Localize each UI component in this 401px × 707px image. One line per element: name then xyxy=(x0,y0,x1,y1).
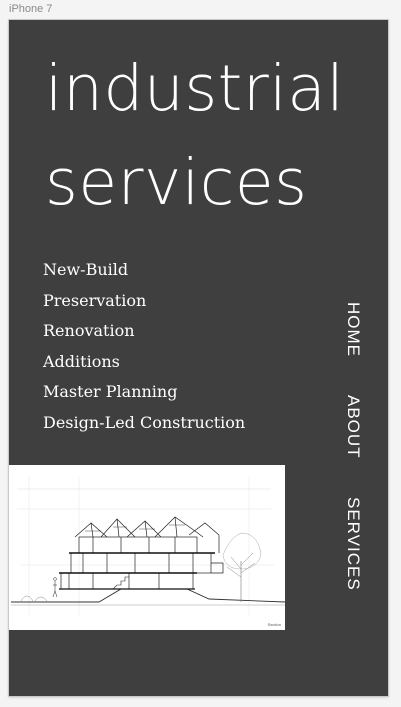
service-item-preservation: Preservation xyxy=(43,290,147,310)
services-list: New-Build Preservation Renovation Additi… xyxy=(43,255,245,438)
title-line-1: industrial xyxy=(45,52,345,125)
nav-home-link[interactable]: HOME xyxy=(343,302,363,357)
page-title: industrial services xyxy=(45,42,344,230)
nav-services-link[interactable]: SERVICES xyxy=(343,497,363,591)
house-section-sketch xyxy=(11,475,285,615)
service-item-renovation: Renovation xyxy=(43,321,135,340)
architectural-sketch-image: Section xyxy=(9,465,285,630)
nav-about-link[interactable]: ABOUT xyxy=(343,395,363,459)
service-item-design-led-construction: Design-Led Construction xyxy=(43,412,246,432)
side-nav: HOME ABOUT SERVICES xyxy=(343,300,371,600)
artboard-label: iPhone 7 xyxy=(9,3,53,15)
service-item-master-planning: Master Planning xyxy=(43,382,178,401)
title-line-2: services xyxy=(45,146,308,219)
service-item-new-build: New-Build xyxy=(43,260,129,279)
phone-screen: industrial services New-Build Preservati… xyxy=(9,20,388,696)
service-item-additions: Additions xyxy=(43,351,120,371)
image-caption: Section xyxy=(267,622,281,627)
